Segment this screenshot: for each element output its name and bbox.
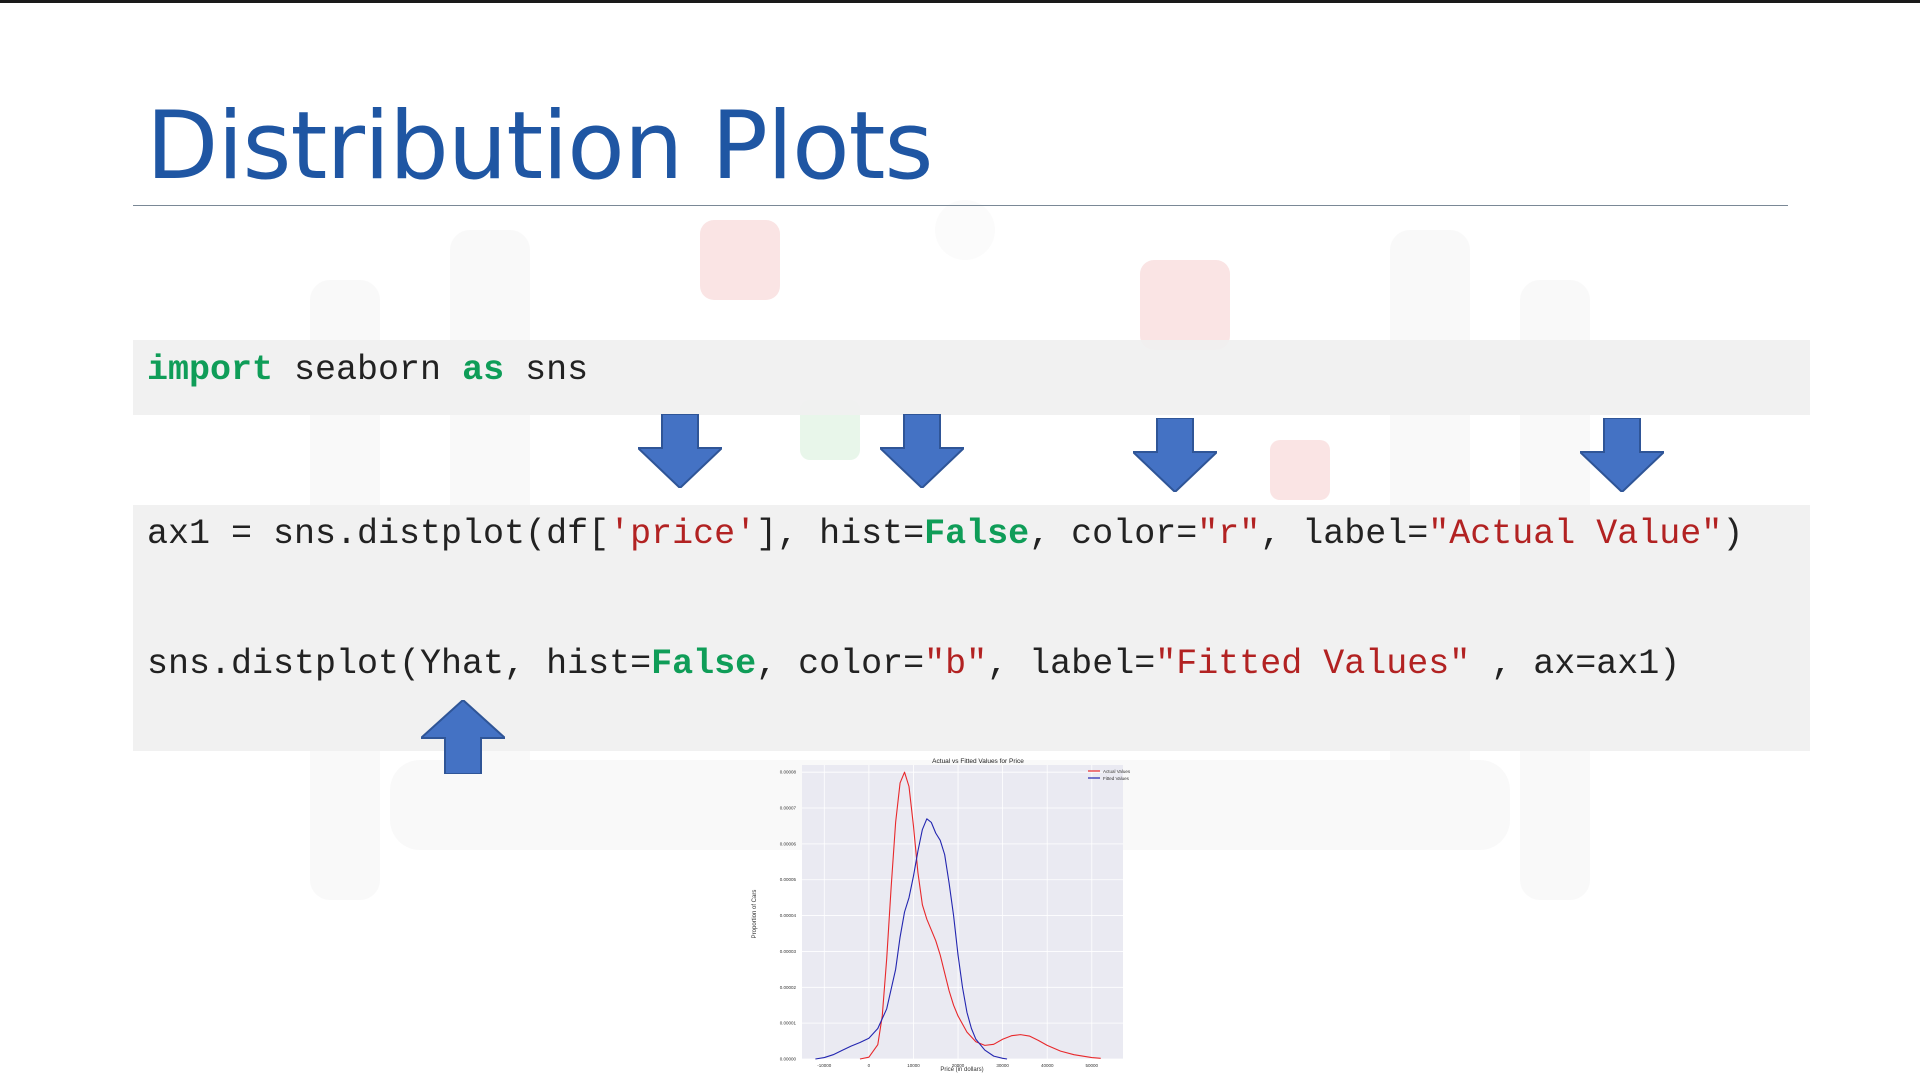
arrow-down-icon [638, 414, 722, 488]
string-literal: "r" [1197, 514, 1261, 554]
y-tick-label: 0.00002 [780, 985, 797, 990]
title-divider [133, 205, 1788, 206]
arrow-down-icon [1133, 418, 1217, 492]
code-text: , color= [756, 644, 925, 684]
y-tick-label: 0.00006 [780, 841, 797, 846]
x-tick-label: -10000 [817, 1063, 832, 1068]
y-tick-label: 0.00003 [780, 949, 797, 954]
x-tick-label: 10000 [907, 1063, 920, 1068]
code-text: ) [1722, 514, 1744, 554]
code-text: sns [504, 350, 589, 390]
y-tick-label: 0.00005 [780, 877, 797, 882]
code-text: , label= [987, 644, 1156, 684]
code-line-import: import seaborn as sns [147, 350, 588, 390]
x-tick-label: 0 [868, 1063, 871, 1068]
string-literal: "Actual Value" [1428, 514, 1723, 554]
arrow-down-icon [1580, 418, 1664, 492]
code-line-actual-distplot: ax1 = sns.distplot(df['price'], hist=Fal… [147, 514, 1743, 554]
y-axis-label: Proportion of Cars [752, 890, 758, 939]
keyword-false: False [651, 644, 757, 684]
x-tick-label: 40000 [1041, 1063, 1054, 1068]
x-tick-label: 50000 [1086, 1063, 1099, 1068]
slide-title: Distribution Plots [146, 92, 933, 201]
arrow-down-icon [880, 414, 964, 488]
distribution-chart: Actual vs Fitted Values for Price Propor… [746, 753, 1146, 1073]
keyword-as: as [462, 350, 505, 390]
legend-label: Actual Values [1103, 769, 1131, 774]
x-tick-label: 20000 [952, 1063, 965, 1068]
y-tick-label: 0.00008 [780, 770, 797, 775]
arrow-up-icon [421, 700, 505, 774]
code-text: ], hist= [756, 514, 925, 554]
string-literal: "Fitted Values" [1155, 644, 1471, 684]
y-tick-label: 0.00000 [780, 1057, 797, 1062]
y-tick-label: 0.00004 [780, 913, 797, 918]
x-tick-label: 30000 [996, 1063, 1009, 1068]
code-text: ax1 = sns.distplot(df[ [147, 514, 610, 554]
y-tick-label: 0.00007 [780, 806, 797, 811]
legend-label: Fitted Values [1103, 776, 1130, 781]
code-text: , color= [1029, 514, 1198, 554]
chart-title: Actual vs Fitted Values for Price [932, 758, 1024, 765]
code-line-fitted-distplot: sns.distplot(Yhat, hist=False, color="b"… [147, 644, 1680, 684]
code-text: sns.distplot(Yhat, hist= [147, 644, 652, 684]
keyword-import: import [147, 350, 274, 390]
code-text: seaborn [273, 350, 463, 390]
code-text: , label= [1260, 514, 1429, 554]
chart-svg: Actual vs Fitted Values for Price Propor… [752, 758, 1131, 1073]
string-literal: 'price' [609, 514, 757, 554]
plot-area [802, 765, 1123, 1059]
y-tick-label: 0.00001 [780, 1021, 797, 1026]
keyword-false: False [924, 514, 1030, 554]
string-literal: "b" [924, 644, 988, 684]
code-text: , ax=ax1) [1470, 644, 1681, 684]
